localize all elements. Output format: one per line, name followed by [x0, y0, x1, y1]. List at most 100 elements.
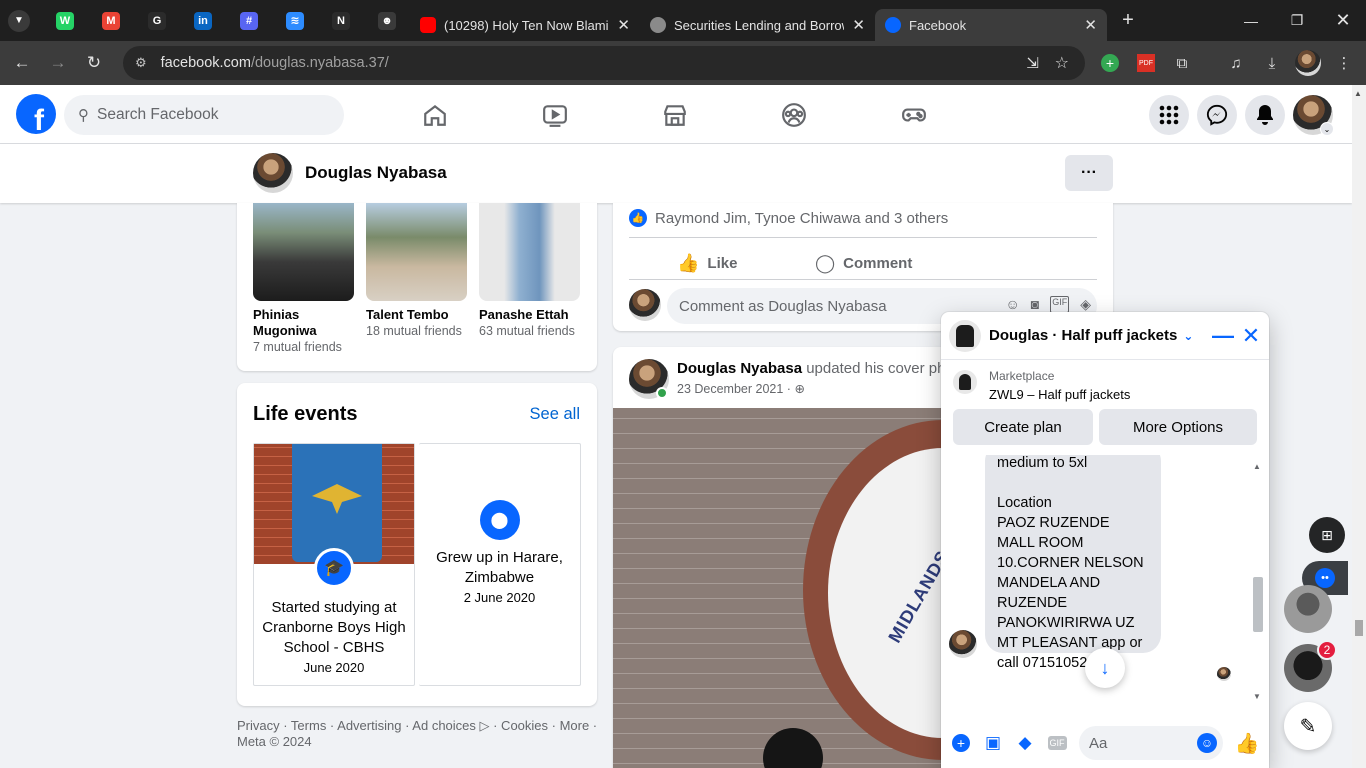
media-control-icon[interactable]: ♫	[1218, 45, 1254, 81]
tab-securities-lending[interactable]: Securities Lending and Borrowin ✕	[640, 9, 875, 41]
page-scrollbar[interactable]: ▲	[1352, 85, 1366, 768]
friend-card[interactable]: Panashe Ettah 63 mutual friends	[479, 203, 581, 340]
scroll-to-bottom-button[interactable]: ↓	[1085, 648, 1125, 688]
more-options-button[interactable]: More Options	[1099, 409, 1257, 445]
post-author[interactable]: Douglas Nyabasa	[677, 360, 802, 377]
sticker-icon[interactable]: ◈	[1080, 296, 1091, 313]
profile-avatar[interactable]	[253, 153, 293, 193]
send-like-icon[interactable]: 👍	[1231, 727, 1263, 759]
friend-card[interactable]: Phinias Mugoniwa 7 mutual friends	[253, 203, 355, 356]
tab-youtube[interactable]: (10298) Holy Ten Now Blaming ✕	[410, 9, 640, 41]
pinned-tab[interactable]: ≋	[272, 0, 318, 41]
gif-icon[interactable]: GIF	[1050, 296, 1070, 313]
emoji-icon[interactable]: ☺	[1197, 733, 1217, 753]
marketplace-item-title[interactable]: ZWL9 – Half puff jackets	[989, 387, 1130, 402]
add-actions-icon[interactable]: +	[945, 727, 977, 759]
life-event-school[interactable]: 🎓 Started studying at Cranborne Boys Hig…	[253, 443, 415, 686]
facebook-logo-icon[interactable]: f	[16, 94, 56, 134]
friend-name[interactable]: Panashe Ettah	[479, 307, 581, 323]
pinned-tab[interactable]: N	[318, 0, 364, 41]
profile-more-options-button[interactable]: ···	[1065, 155, 1113, 191]
friend-photo[interactable]	[479, 203, 580, 301]
emoji-icon[interactable]: ☺	[1005, 296, 1019, 313]
notifications-bell-icon[interactable]	[1245, 95, 1285, 135]
pinned-tab[interactable]: W	[42, 0, 88, 41]
address-bar[interactable]: ⚙ facebook.com/douglas.nyabasa.37/ ⇲ ☆	[123, 46, 1085, 80]
close-window-icon[interactable]: ✕	[1320, 0, 1366, 41]
close-chat-icon[interactable]: ✕	[1239, 322, 1263, 350]
comment-button[interactable]: ◯ Comment	[815, 247, 912, 279]
friend-photo[interactable]	[366, 203, 467, 301]
pinned-tab[interactable]: G	[134, 0, 180, 41]
hashtag-icon: #	[240, 11, 258, 30]
message-list[interactable]: medium to 5xl Location PAOZ RUZENDE MALL…	[941, 455, 1269, 705]
comment-bubble-icon: ◯	[815, 252, 836, 273]
message-input[interactable]: Aa ☺	[1079, 726, 1223, 760]
sticker-icon[interactable]: ◆	[1009, 727, 1041, 759]
chat-title[interactable]: Douglas · Half puff jackets ⌄	[989, 327, 1193, 344]
friend-card[interactable]: Talent Tembo 18 mutual friends	[366, 203, 468, 340]
pinned-tab[interactable]: ☻	[364, 0, 410, 41]
bookmark-star-icon[interactable]: ☆	[1055, 53, 1069, 73]
restore-window-icon[interactable]: ❐	[1274, 0, 1320, 41]
commenter-avatar[interactable]	[629, 289, 661, 321]
whatsapp-icon: W	[56, 11, 74, 30]
friend-name[interactable]: Phinias Mugoniwa	[253, 307, 355, 339]
downloads-icon[interactable]: ⤓	[1254, 45, 1290, 81]
friend-name[interactable]: Talent Tembo	[366, 307, 468, 323]
chrome-profile-avatar[interactable]	[1290, 45, 1326, 81]
site-info-icon[interactable]: ⚙	[135, 55, 147, 71]
attach-photo-icon[interactable]: ▣	[977, 727, 1009, 759]
tab-facebook[interactable]: Facebook ✕	[875, 9, 1107, 41]
chat-head-contact[interactable]	[1284, 585, 1332, 633]
camera-icon[interactable]: ◙	[1031, 296, 1039, 313]
account-chevron-down-icon[interactable]: ⌄	[1320, 122, 1334, 136]
groups-tab[interactable]	[738, 91, 850, 139]
tab-search-icon[interactable]: ▼	[8, 9, 30, 32]
minimize-chat-icon[interactable]: —	[1212, 322, 1234, 350]
marketplace-tab[interactable]	[619, 91, 731, 139]
profile-name[interactable]: Douglas Nyabasa	[305, 163, 447, 183]
pinned-tab[interactable]: M	[88, 0, 134, 41]
search-input[interactable]: ⚲ Search Facebook	[64, 95, 344, 135]
install-app-icon[interactable]: ⇲	[1026, 54, 1039, 72]
close-tab-icon[interactable]: ✕	[1084, 16, 1097, 34]
gaming-tab[interactable]	[858, 91, 970, 139]
unread-badge: 2	[1317, 640, 1337, 660]
create-plan-button[interactable]: Create plan	[953, 409, 1093, 445]
footer-links[interactable]: Privacy · Terms · Advertising · Ad choic…	[237, 718, 607, 734]
chat-thread-avatar[interactable]	[949, 320, 981, 352]
school-crest-photo	[254, 444, 414, 564]
chrome-menu-icon[interactable]: ⋮	[1326, 45, 1362, 81]
post-date[interactable]: 23 December 2021 · ⊕	[677, 381, 805, 396]
chat-header[interactable]: Douglas · Half puff jackets ⌄ — ✕	[941, 312, 1269, 360]
extensions-puzzle-icon[interactable]: ⧉	[1164, 45, 1200, 81]
like-button[interactable]: 👍 Like	[677, 247, 737, 279]
see-all-link[interactable]: See all	[530, 405, 580, 424]
chat-scrollbar[interactable]: ▲ ▼	[1253, 462, 1263, 702]
home-icon	[424, 104, 446, 126]
gif-icon[interactable]: GIF	[1041, 727, 1073, 759]
globe-icon	[650, 17, 666, 33]
new-tab-button[interactable]: +	[1113, 9, 1143, 32]
minimize-window-icon[interactable]: —	[1228, 0, 1274, 41]
pdf-extension-icon[interactable]: PDF	[1128, 45, 1164, 81]
apps-launcher-icon[interactable]: ⊞	[1309, 517, 1345, 553]
watch-tab[interactable]	[499, 91, 611, 139]
extension-plus-icon[interactable]: +	[1092, 45, 1128, 81]
new-message-compose-icon[interactable]: ✎	[1284, 702, 1332, 750]
friend-photo[interactable]	[253, 203, 354, 301]
pinned-tab[interactable]: in	[180, 0, 226, 41]
reload-icon[interactable]: ↻	[76, 45, 112, 81]
back-icon[interactable]: ←	[4, 45, 40, 81]
reactions-summary[interactable]: 👍 Raymond Jim, Tynoe Chiwawa and 3 other…	[629, 209, 948, 227]
pinned-tab[interactable]: #	[226, 0, 272, 41]
forward-icon[interactable]: →	[40, 45, 76, 81]
close-tab-icon[interactable]: ✕	[617, 16, 630, 34]
messenger-icon[interactable]	[1197, 95, 1237, 135]
close-tab-icon[interactable]: ✕	[852, 16, 865, 34]
home-tab[interactable]	[379, 91, 491, 139]
life-event-date: 2 June 2020	[463, 590, 536, 605]
menu-grid-icon[interactable]	[1149, 95, 1189, 135]
life-event-hometown[interactable]: ⬤ Grew up in Harare, Zimbabwe 2 June 202…	[419, 443, 581, 686]
